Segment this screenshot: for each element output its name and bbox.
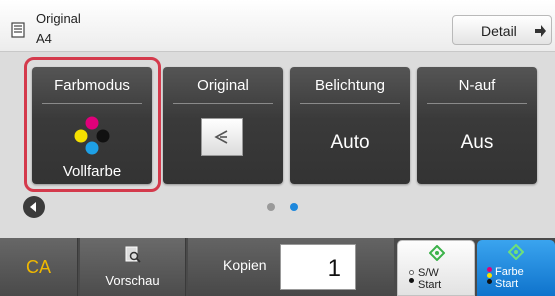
card-title: Farbmodus (54, 77, 130, 94)
detail-label: Detail (481, 23, 517, 39)
card-value: Vollfarbe (62, 163, 122, 180)
arrow-right-icon (535, 25, 546, 37)
color-start-label: Farbe Start (495, 266, 524, 290)
page-indicator-2[interactable] (290, 203, 298, 211)
color-indicator-magenta (487, 267, 492, 272)
bw-start-button[interactable]: S/W Start (397, 240, 475, 296)
card-divider (427, 103, 527, 104)
color-indicator-black (487, 279, 492, 284)
original-title: Original (36, 11, 81, 26)
color-mode-card[interactable]: Farbmodus Vollfarbe (32, 67, 152, 184)
page-indicator-1[interactable] (267, 203, 275, 211)
bw-indicator-black (409, 278, 414, 283)
card-title: Belichtung (314, 77, 386, 94)
bw-label-line1: S/W (418, 267, 439, 279)
original-card[interactable]: Original (163, 67, 283, 184)
preview-label: Vorschau (105, 273, 160, 288)
n-up-card[interactable]: N-auf Aus (417, 67, 537, 184)
card-value: Auto (330, 132, 370, 153)
arrow-left-icon (30, 202, 36, 212)
color-indicator-yellow (487, 273, 492, 278)
card-divider (42, 103, 142, 104)
color-label-line1: Farbe (495, 266, 524, 278)
original-document-icon (11, 22, 25, 38)
preview-icon (125, 246, 141, 263)
card-divider (300, 103, 400, 104)
card-value: Aus (460, 132, 494, 153)
card-title: Original (197, 77, 249, 94)
clear-all-button[interactable]: CA (0, 238, 78, 296)
ca-label: CA (25, 257, 51, 277)
card-title: N-auf (458, 77, 496, 94)
original-info-bar: Original A4 Detail (0, 0, 555, 52)
color-dots-icon (74, 116, 110, 155)
copies-label: Kopien (223, 257, 267, 273)
previous-page-button[interactable] (23, 196, 45, 218)
start-icon (508, 244, 524, 260)
start-icon (429, 245, 445, 261)
copies-area: Kopien 1 (188, 238, 394, 296)
bw-label-line2: Start (418, 279, 442, 291)
bw-indicator-white (409, 270, 414, 275)
original-orientation-icon (201, 118, 243, 156)
color-start-button[interactable]: Farbe Start (477, 240, 555, 296)
copies-input[interactable]: 1 (280, 244, 356, 290)
card-divider (173, 103, 273, 104)
color-label-line2: Start (495, 278, 519, 290)
exposure-card[interactable]: Belichtung Auto (290, 67, 410, 184)
detail-button[interactable]: Detail (452, 15, 552, 45)
original-size: A4 (36, 31, 52, 46)
preview-button[interactable]: Vorschau (80, 238, 186, 296)
copies-value: 1 (327, 255, 341, 282)
bw-start-label: S/W Start (418, 267, 441, 291)
